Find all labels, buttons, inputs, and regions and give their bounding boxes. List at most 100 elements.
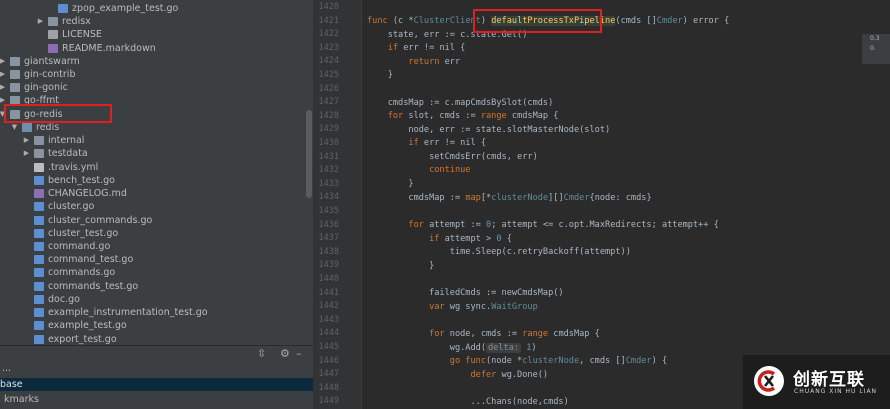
tree-item[interactable]: cluster_commands.go: [0, 214, 306, 227]
gear-icon[interactable]: ⚙: [280, 347, 290, 360]
tree-item[interactable]: commands_test.go: [0, 280, 306, 293]
right-side-panel[interactable]: 0.3 0.: [862, 34, 890, 64]
project-sidebar: zpop_example_test.go ▶ redisx LICENSE README…: [0, 0, 313, 409]
tree-item[interactable]: command.go: [0, 240, 306, 253]
tree-item-label: zpop_example_test.go: [72, 3, 179, 14]
watermark-title: 创新互联: [793, 370, 865, 390]
panel-row-label: base: [0, 379, 23, 390]
file-icon: [34, 189, 44, 198]
brand-logo-icon: [754, 366, 784, 396]
tree-item[interactable]: export_test.go: [0, 333, 306, 345]
line-number: 1429: [318, 124, 339, 135]
panel-row-label: kmarks: [4, 394, 39, 405]
tree-item-label: LICENSE: [62, 29, 102, 40]
file-icon: [34, 308, 44, 317]
tree-scrollbar[interactable]: [306, 110, 312, 198]
tree-item-label: internal: [48, 135, 85, 146]
tree-item[interactable]: ▶ giantswarm: [0, 55, 306, 68]
file-icon: [58, 4, 68, 13]
split-icon[interactable]: ⇳: [257, 347, 266, 360]
chevron-right-icon[interactable]: ▶: [0, 55, 7, 68]
line-number: 1440: [318, 274, 339, 284]
tree-item[interactable]: example_test.go: [0, 319, 306, 332]
tree-item-label: export_test.go: [48, 334, 117, 345]
tree-item[interactable]: ▶ internal: [0, 134, 306, 147]
code-line-1438: time.Sleep(c.retryBackoff(attempt)): [367, 247, 631, 257]
tree-item[interactable]: doc.go: [0, 293, 306, 306]
code-line-1444: for node, cmds := range cmdsMap {: [367, 329, 600, 339]
tree-item[interactable]: cluster_test.go: [0, 227, 306, 240]
folder-icon: [10, 83, 20, 92]
line-number: 1448: [318, 382, 339, 393]
tree-item[interactable]: commands.go: [0, 266, 306, 279]
code-line-1431: setCmdsErr(cmds, err): [367, 152, 538, 162]
annotation-box-go-redis: [4, 104, 112, 123]
chevron-right-icon[interactable]: ▶: [22, 134, 31, 147]
code-line-1429: node, err := state.slotMasterNode(slot): [367, 125, 611, 135]
file-icon: [34, 176, 44, 185]
tree-item[interactable]: ▶ gin-contrib: [0, 68, 306, 81]
tree-item[interactable]: README.markdown: [0, 42, 306, 55]
code-line-1425: }: [367, 70, 393, 80]
code-line-1433: }: [367, 179, 414, 189]
chevron-right-icon[interactable]: ▶: [0, 81, 7, 94]
tree-item-label: command.go: [48, 241, 111, 252]
line-number: 1425: [318, 70, 339, 80]
tree-item-label: commands.go: [48, 267, 116, 278]
tree-item[interactable]: command_test.go: [0, 253, 306, 266]
tree-item[interactable]: ▶ redisx: [0, 15, 306, 28]
tree-item-label: cluster.go: [48, 201, 95, 212]
tree-item[interactable]: cluster.go: [0, 200, 306, 213]
tree-item[interactable]: example_instrumentation_test.go: [0, 306, 306, 319]
code-line-1445: wg.Add(delta: 1): [367, 343, 537, 353]
file-icon: [34, 229, 44, 238]
folder-icon: [22, 123, 32, 132]
tree-item[interactable]: LICENSE: [0, 28, 306, 41]
tree-item-label: bench_test.go: [48, 175, 115, 186]
tree-item[interactable]: zpop_example_test.go: [0, 2, 306, 15]
code-line-1436: for attempt := 0; attempt <= c.opt.MaxRe…: [367, 220, 719, 230]
code-line-1437: if attempt > 0 {: [367, 234, 512, 244]
line-number: 1443: [318, 314, 339, 325]
tree-item-label: redisx: [62, 16, 91, 27]
code-line-1439: }: [367, 261, 435, 271]
panel-row-selected[interactable]: base: [0, 378, 313, 391]
line-number: 1432: [318, 165, 339, 176]
line-number: 1427: [318, 97, 339, 108]
tree-item[interactable]: .travis.yml: [0, 161, 306, 174]
code-line-1442: var wg sync.WaitGroup: [367, 302, 538, 312]
line-number: 1426: [318, 83, 339, 94]
tree-item[interactable]: bench_test.go: [0, 174, 306, 187]
line-number: 1449: [318, 396, 339, 407]
tree-item-label: example_instrumentation_test.go: [48, 307, 208, 318]
line-number: 1423: [318, 42, 339, 53]
tree-item-label: command_test.go: [48, 254, 134, 265]
chevron-right-icon[interactable]: ▶: [22, 147, 31, 160]
tree-item-label: gin-contrib: [24, 69, 76, 80]
code-line-1428: for slot, cmds := range cmdsMap {: [367, 111, 559, 121]
code-line-1434: cmdsMap := map[*clusterNode][]Cmder{node…: [367, 193, 652, 203]
tree-item[interactable]: CHANGELOG.md: [0, 187, 306, 200]
line-number: 1424: [318, 56, 339, 67]
file-icon: [34, 242, 44, 251]
line-number: 1430: [318, 138, 339, 148]
folder-icon: [10, 70, 20, 79]
bottom-panel-header: ⇳ ⚙ –: [0, 345, 313, 362]
line-number: 1428: [318, 110, 339, 121]
code-editor[interactable]: func (c *ClusterClient) defaultProcessTx…: [362, 0, 890, 409]
chevron-right-icon[interactable]: ▶: [36, 15, 45, 28]
panel-row[interactable]: ...: [0, 362, 313, 375]
line-number: 1433: [318, 178, 339, 189]
code-line-1432: continue: [367, 165, 471, 175]
code-line-1446: go func(node *clusterNode, cmds []Cmder)…: [367, 356, 668, 366]
watermark-subtitle: CHUANG XIN HU LIAN: [794, 388, 878, 395]
panel-row[interactable]: kmarks: [0, 393, 313, 406]
chevron-right-icon[interactable]: ▶: [0, 68, 7, 81]
code-line-1447: defer wg.Done(): [367, 370, 549, 380]
line-number: 1447: [318, 369, 339, 380]
tree-item[interactable]: ▶ testdata: [0, 147, 306, 160]
tree-item[interactable]: ▶ gin-gonic: [0, 81, 306, 94]
line-number: 1444: [318, 328, 339, 339]
folder-icon: [34, 149, 44, 158]
minimize-icon[interactable]: –: [296, 347, 302, 360]
